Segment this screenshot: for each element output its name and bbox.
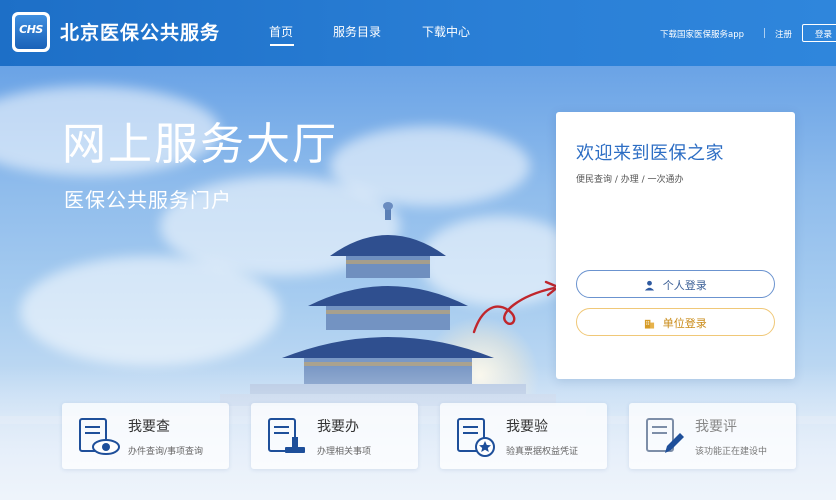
tile-title: 我要评 <box>695 419 737 435</box>
tile-desc: 办理相关事项 <box>317 447 372 457</box>
document-eye-icon <box>79 418 120 455</box>
building-icon <box>645 319 655 329</box>
site-title[interactable]: 北京医保公共服务 <box>60 18 220 45</box>
logo-badge: CHS <box>15 15 47 49</box>
logo-text: CHS <box>19 23 43 36</box>
card-subtitle: 便民查询 / 办理 / 一次通办 <box>576 175 684 185</box>
personal-login-label: 个人登录 <box>662 279 707 292</box>
login-card: 欢迎来到医保之家 便民查询 / 办理 / 一次通办 个人登录 单位登录 <box>556 112 795 379</box>
download-app-link[interactable]: 下载国家医保服务app <box>660 28 744 40</box>
hero-title: 网上服务大厅 <box>62 119 338 170</box>
unit-login-label: 单位登录 <box>662 317 707 330</box>
login-button[interactable]: 登录 <box>802 24 836 42</box>
header-divider <box>764 28 765 38</box>
arrow-pointer-icon <box>472 280 560 334</box>
chs-logo[interactable]: CHS <box>12 12 50 52</box>
personal-login-button[interactable]: 个人登录 <box>576 270 775 298</box>
tile-desc: 办件查询/事项查询 <box>128 447 204 457</box>
user-icon <box>645 280 655 291</box>
tile-verify[interactable]: 我要验 验真票据权益凭证 <box>440 403 607 469</box>
nav-active-underline <box>270 44 294 46</box>
tile-title: 我要查 <box>128 419 170 435</box>
document-pen-icon <box>646 418 684 453</box>
nav-download-center[interactable]: 下载中心 <box>422 23 470 40</box>
nav-service-catalog[interactable]: 服务目录 <box>333 23 381 40</box>
tile-title: 我要办 <box>317 419 359 435</box>
tile-handle[interactable]: 我要办 办理相关事项 <box>251 403 418 469</box>
tile-title: 我要验 <box>506 419 548 435</box>
tile-evaluate[interactable]: 我要评 该功能正在建设中 <box>629 403 796 469</box>
register-link[interactable]: 注册 <box>775 28 792 40</box>
tile-desc: 该功能正在建设中 <box>695 447 768 457</box>
nav-home[interactable]: 首页 <box>269 23 293 40</box>
document-stamp-icon <box>268 418 305 453</box>
tile-desc: 验真票据权益凭证 <box>506 447 579 457</box>
document-star-icon <box>457 418 495 457</box>
card-title: 欢迎来到医保之家 <box>576 143 724 164</box>
top-header: CHS 北京医保公共服务 首页 服务目录 下载中心 下载国家医保服务app 注册… <box>0 0 836 66</box>
unit-login-button[interactable]: 单位登录 <box>576 308 775 336</box>
tile-query[interactable]: 我要查 办件查询/事项查询 <box>62 403 229 469</box>
hero-subtitle: 医保公共服务门户 <box>64 188 232 212</box>
